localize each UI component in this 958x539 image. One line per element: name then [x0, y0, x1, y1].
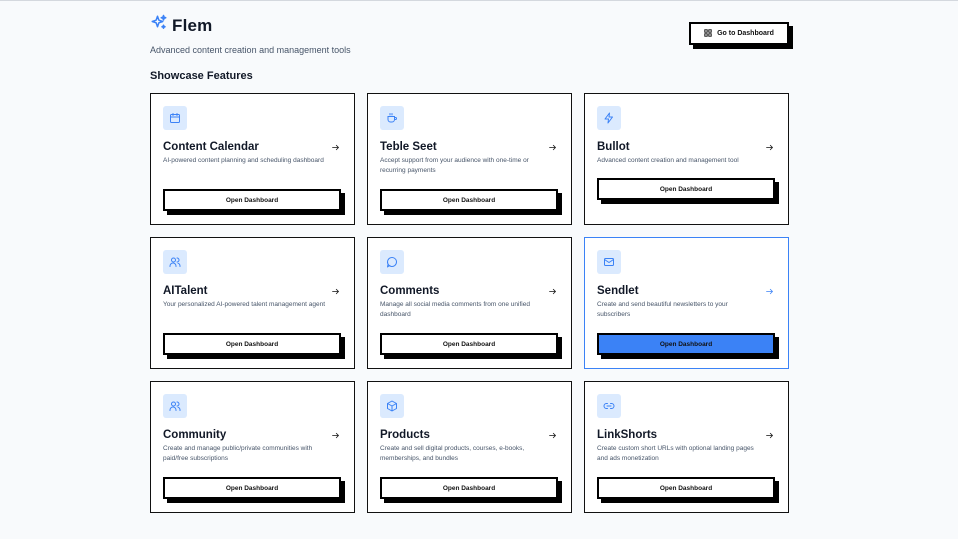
card-description: Manage all social media comments from on…	[380, 301, 530, 318]
card-description: Create and sell digital products, course…	[380, 445, 525, 462]
feature-card-content-calendar[interactable]: Content Calendar AI-powered content plan…	[150, 93, 355, 225]
card-title: AITalent	[163, 285, 208, 297]
arrow-right-icon[interactable]	[765, 143, 774, 152]
top-divider	[0, 0, 958, 3]
community-users-icon	[163, 394, 187, 418]
go-to-dashboard-button[interactable]: Go to Dashboard	[689, 22, 789, 45]
card-title: LinkShorts	[597, 429, 658, 441]
arrow-right-icon[interactable]	[548, 287, 557, 296]
feature-card-sendlet[interactable]: Sendlet Create and send beautiful newsle…	[584, 237, 789, 369]
arrow-right-icon[interactable]	[548, 143, 557, 152]
open-dashboard-button[interactable]: Open Dashboard	[597, 178, 775, 200]
arrow-right-icon[interactable]	[331, 143, 340, 152]
open-dashboard-button[interactable]: Open Dashboard	[597, 477, 775, 499]
feature-card-aitalent[interactable]: AITalent Your personalized AI-powered ta…	[150, 237, 355, 369]
arrow-right-icon[interactable]	[548, 431, 557, 440]
lightning-icon	[597, 106, 621, 130]
users-icon	[163, 250, 187, 274]
page-header: Flem Advanced content creation and manag…	[150, 14, 790, 55]
app-tagline: Advanced content creation and management…	[150, 45, 351, 55]
card-title: Comments	[380, 285, 440, 297]
arrow-right-icon[interactable]	[765, 287, 774, 296]
calendar-icon	[163, 106, 187, 130]
card-title: Bullot	[597, 141, 630, 153]
mail-icon	[597, 250, 621, 274]
card-title: Community	[163, 429, 227, 441]
card-title: Products	[380, 429, 430, 441]
open-dashboard-button[interactable]: Open Dashboard	[380, 189, 558, 211]
card-description: Your personalized AI-powered talent mana…	[163, 301, 326, 308]
arrow-right-icon[interactable]	[331, 287, 340, 296]
feature-grid: Content Calendar AI-powered content plan…	[150, 93, 790, 513]
card-title: Sendlet	[597, 285, 639, 297]
open-dashboard-button[interactable]: Open Dashboard	[163, 333, 341, 355]
package-icon	[380, 394, 404, 418]
feature-card-linkshorts[interactable]: LinkShorts Create custom short URLs with…	[584, 381, 789, 513]
card-description: Create custom short URLs with optional l…	[597, 445, 754, 462]
card-title: Teble Seet	[380, 141, 437, 153]
arrow-right-icon[interactable]	[331, 431, 340, 440]
card-description: AI-powered content planning and scheduli…	[163, 157, 324, 164]
message-circle-icon	[380, 250, 404, 274]
section-title: Showcase Features	[150, 70, 253, 82]
open-dashboard-button[interactable]: Open Dashboard	[380, 477, 558, 499]
open-dashboard-button[interactable]: Open Dashboard	[380, 333, 558, 355]
feature-card-comments[interactable]: Comments Manage all social media comment…	[367, 237, 572, 369]
card-title: Content Calendar	[163, 141, 259, 153]
open-dashboard-button[interactable]: Open Dashboard	[597, 333, 775, 355]
link-icon	[597, 394, 621, 418]
app-name: Flem	[172, 15, 213, 35]
open-dashboard-button[interactable]: Open Dashboard	[163, 477, 341, 499]
card-description: Accept support from your audience with o…	[380, 157, 529, 174]
go-to-dashboard-label: Go to Dashboard	[717, 30, 774, 37]
card-description: Create and send beautiful newsletters to…	[597, 301, 728, 318]
arrow-right-icon[interactable]	[765, 431, 774, 440]
card-description: Advanced content creation and management…	[597, 157, 739, 164]
coffee-cup-icon	[380, 106, 404, 130]
feature-card-teble-seet[interactable]: Teble Seet Accept support from your audi…	[367, 93, 572, 225]
card-description: Create and manage public/private communi…	[163, 445, 313, 462]
feature-card-products[interactable]: Products Create and sell digital product…	[367, 381, 572, 513]
feature-card-community[interactable]: Community Create and manage public/priva…	[150, 381, 355, 513]
open-dashboard-button[interactable]: Open Dashboard	[163, 189, 341, 211]
grid-icon	[704, 28, 712, 39]
sparkles-icon	[150, 14, 168, 37]
feature-card-bullot[interactable]: Bullot Advanced content creation and man…	[584, 93, 789, 225]
